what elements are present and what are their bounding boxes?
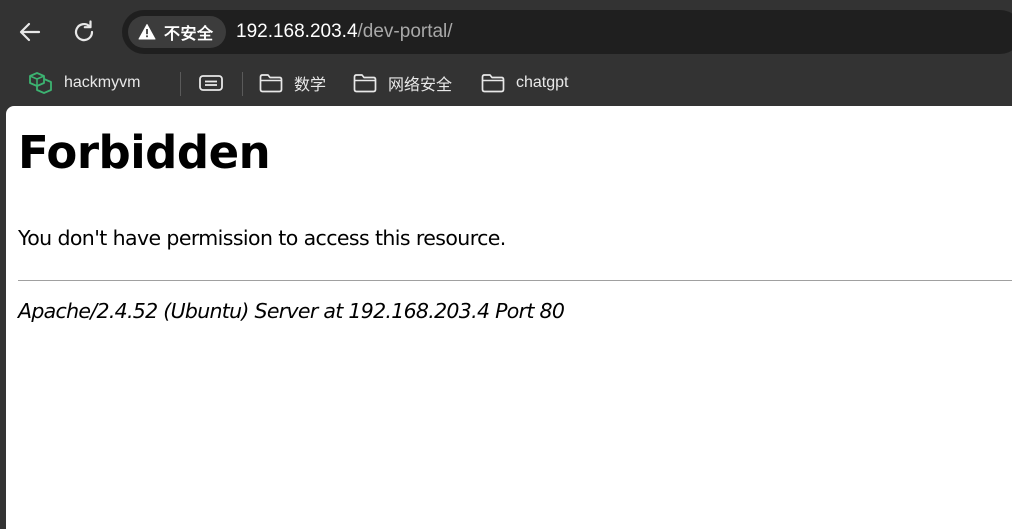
back-button[interactable] [12, 14, 48, 50]
bookmark-label: 数学 [294, 77, 327, 94]
reading-list-icon [199, 75, 223, 91]
error-message: You don't have permission to access this… [18, 226, 506, 250]
bookmark-folder-math[interactable]: 数学 [258, 69, 326, 97]
browser-toolbar: 不安全 192.168.203.4/dev-portal/ [0, 0, 1012, 62]
reload-button[interactable] [66, 14, 102, 50]
bookmark-folder-chatgpt[interactable]: chatgpt [480, 69, 568, 97]
reload-icon [74, 20, 94, 42]
page-title: Forbidden [18, 126, 271, 179]
folder-icon [481, 74, 505, 93]
arrow-left-icon [19, 22, 41, 42]
bookmark-label: 网络安全 [388, 77, 453, 94]
browser-window: 不安全 192.168.203.4/dev-portal/ hackmyvm 数… [0, 0, 1012, 529]
server-signature: Apache/2.4.52 (Ubuntu) Server at 192.168… [18, 299, 565, 323]
security-status-label: 不安全 [164, 24, 214, 43]
hackmyvm-cube-icon [29, 72, 52, 94]
warning-triangle-icon [138, 24, 156, 40]
site-security-chip[interactable]: 不安全 [128, 16, 226, 48]
url-text[interactable]: 192.168.203.4/dev-portal/ [236, 21, 453, 43]
bookmark-separator [242, 72, 243, 96]
url-path: /dev-portal/ [357, 21, 453, 42]
bookmark-reading-list[interactable] [197, 69, 235, 97]
bookmark-label: hackmyvm [64, 74, 141, 91]
page-viewport: Forbidden You don't have permission to a… [6, 106, 1012, 529]
divider [18, 280, 1012, 281]
bookmark-separator [180, 72, 181, 96]
bookmark-label: chatgpt [516, 74, 569, 91]
folder-icon [259, 74, 283, 93]
bookmark-hackmyvm[interactable]: hackmyvm [28, 69, 140, 97]
address-bar[interactable]: 不安全 192.168.203.4/dev-portal/ [122, 10, 1012, 54]
url-host: 192.168.203.4 [236, 21, 358, 42]
folder-icon [353, 74, 377, 93]
bookmark-folder-network-security[interactable]: 网络安全 [352, 69, 452, 97]
bookmarks-bar: hackmyvm 数学 网络安全 chatgpt [0, 62, 1012, 104]
